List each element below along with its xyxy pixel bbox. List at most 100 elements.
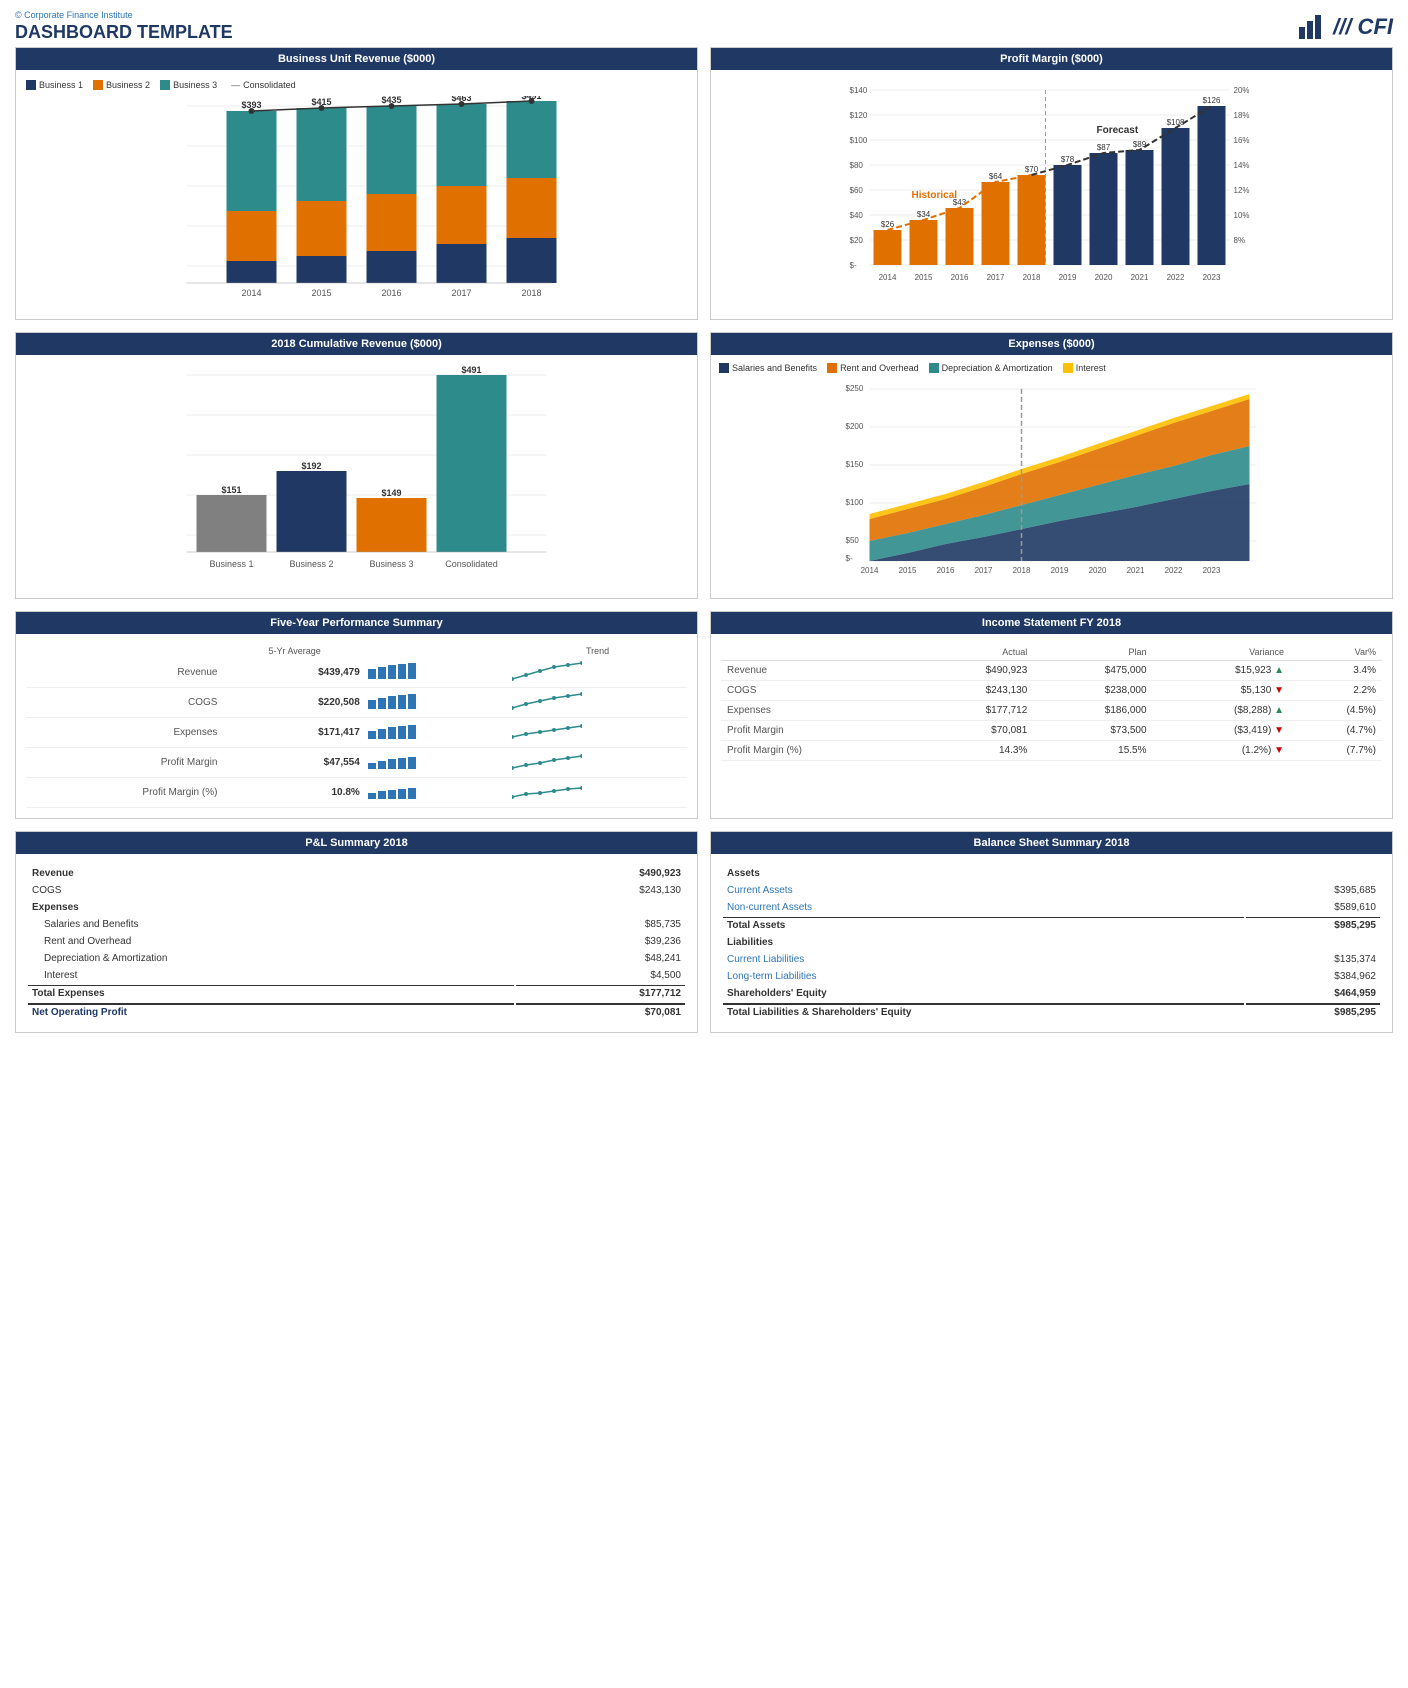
legend-rent-color <box>827 363 837 373</box>
bur-title: Business Unit Revenue ($000) <box>16 48 697 70</box>
svg-text:$-: $- <box>850 261 857 270</box>
exp-legend: Salaries and Benefits Rent and Overhead … <box>719 363 1384 373</box>
row-cogs-trend <box>508 688 687 718</box>
row-cogs-avg: $220,508 <box>225 688 363 718</box>
pl-cogs-label: COGS <box>28 883 514 898</box>
legend-rent-label: Rent and Overhead <box>840 363 919 373</box>
row-pmpct-minibars <box>364 778 508 808</box>
svg-text:$64: $64 <box>989 172 1003 181</box>
table-row: Expenses $171,417 <box>26 718 687 748</box>
legend-int: Interest <box>1063 363 1106 373</box>
svg-text:$491: $491 <box>461 365 481 375</box>
row-exp-trend <box>508 718 687 748</box>
row-pmpct-avg: 10.8% <box>225 778 363 808</box>
svg-text:2022: 2022 <box>1167 273 1185 282</box>
pl-rent-value: $39,236 <box>516 934 685 949</box>
table-row: Profit Margin (%) 10.8% <box>26 778 687 808</box>
profit-margin-chart: Profit Margin ($000) $140 $120 $100 $80 … <box>710 47 1393 320</box>
legend-b2-color <box>93 80 103 90</box>
cr-svg: $151 $192 $149 $491 Business 1 <box>26 365 687 585</box>
svg-text:$40: $40 <box>850 211 864 220</box>
is-revenue-var: $15,923 ▲ <box>1153 661 1290 681</box>
svg-text:2016: 2016 <box>381 288 401 298</box>
cumulative-revenue-chart: 2018 Cumulative Revenue ($000) $151 $192 <box>15 332 698 599</box>
table-row: Expenses <box>28 900 685 915</box>
up-arrow-icon: ▲ <box>1274 665 1284 676</box>
pl-revenue-label: Revenue <box>28 866 514 881</box>
row-cogs-label: COGS <box>26 688 225 718</box>
legend-dep: Depreciation & Amortization <box>929 363 1053 373</box>
svg-text:Forecast: Forecast <box>1097 125 1139 136</box>
pl-dep-label: Depreciation & Amortization <box>28 951 514 966</box>
pl-expenses-empty <box>516 900 685 915</box>
is-cogs-var: $5,130 ▼ <box>1153 681 1290 701</box>
is-col-actual: Actual <box>914 644 1033 661</box>
svg-text:2020: 2020 <box>1089 566 1107 574</box>
is-col-plan: Plan <box>1033 644 1152 661</box>
svg-text:2017: 2017 <box>987 273 1005 282</box>
is-col-variance: Variance <box>1153 644 1290 661</box>
bs-current-assets-label: Current Assets <box>723 883 1244 898</box>
legend-b2-label: Business 2 <box>106 80 150 90</box>
svg-text:$108: $108 <box>1167 118 1185 127</box>
svg-text:20%: 20% <box>1234 86 1250 95</box>
svg-text:2017: 2017 <box>975 566 993 574</box>
row-cogs-minibars <box>364 688 508 718</box>
table-row: Profit Margin $70,081 $73,500 ($3,419) ▼… <box>721 721 1382 741</box>
svg-text:14%: 14% <box>1234 161 1250 170</box>
svg-text:$100: $100 <box>846 498 864 507</box>
svg-text:$120: $120 <box>850 111 868 120</box>
is-pm-var: ($3,419) ▼ <box>1153 721 1290 741</box>
bs-total-assets-value: $985,295 <box>1246 917 1380 933</box>
pl-sal-value: $85,735 <box>516 917 685 932</box>
up-arrow-icon: ▲ <box>1274 705 1284 716</box>
bs-total-assets-label: Total Assets <box>723 917 1244 933</box>
bs-current-liab-label: Current Liabilities <box>723 952 1244 967</box>
table-row: Salaries and Benefits $85,735 <box>28 917 685 932</box>
legend-consolidated: — Consolidated <box>227 80 296 90</box>
bs-table: Assets Current Assets $395,685 Non-curre… <box>721 864 1382 1022</box>
svg-text:$50: $50 <box>846 536 860 545</box>
pl-interest-value: $4,500 <box>516 968 685 983</box>
table-row: Rent and Overhead $39,236 <box>28 934 685 949</box>
svg-text:$200: $200 <box>846 422 864 431</box>
svg-text:2015: 2015 <box>915 273 933 282</box>
legend-b3-label: Business 3 <box>173 80 217 90</box>
col-label-empty <box>26 644 225 658</box>
svg-text:12%: 12% <box>1234 186 1250 195</box>
svg-text:2016: 2016 <box>937 566 955 574</box>
perf-table: 5-Yr Average Trend Revenue $439,479 <box>26 644 687 808</box>
pm-svg: $140 $120 $100 $80 $60 $40 $20 $- 20% 18… <box>719 78 1384 298</box>
pl-total-exp-label: Total Expenses <box>28 985 514 1001</box>
svg-text:2014: 2014 <box>241 288 261 298</box>
exp-svg: $250 $200 $150 $100 $50 $- <box>719 379 1384 574</box>
bs-assets-empty <box>1246 866 1380 881</box>
row-pm-trend <box>508 748 687 778</box>
svg-text:$100: $100 <box>850 136 868 145</box>
bs-assets-label: Assets <box>723 866 1244 881</box>
pl-sal-label: Salaries and Benefits <box>28 917 514 932</box>
col-trend: Trend <box>508 644 687 658</box>
table-row: Revenue $490,923 <box>28 866 685 881</box>
pl-revenue-value: $490,923 <box>516 866 685 881</box>
pl-title: P&L Summary 2018 <box>16 832 697 854</box>
legend-dep-label: Depreciation & Amortization <box>942 363 1053 373</box>
svg-text:2023: 2023 <box>1203 273 1221 282</box>
table-row: Interest $4,500 <box>28 968 685 983</box>
bs-liab-empty <box>1246 935 1380 950</box>
table-row: Net Operating Profit $70,081 <box>28 1003 685 1020</box>
pl-total-exp-value: $177,712 <box>516 985 685 1001</box>
legend-cons-dash: — <box>227 80 240 90</box>
table-row: COGS $220,508 <box>26 688 687 718</box>
svg-text:$192: $192 <box>301 461 321 471</box>
svg-text:18%: 18% <box>1234 111 1250 120</box>
is-pm-varpct: (4.7%) <box>1290 721 1382 741</box>
svg-text:2015: 2015 <box>311 288 331 298</box>
table-row: Total Assets $985,295 <box>723 917 1380 933</box>
svg-text:2022: 2022 <box>1165 566 1183 574</box>
pl-cogs-value: $243,130 <box>516 883 685 898</box>
legend-sal: Salaries and Benefits <box>719 363 817 373</box>
legend-rent: Rent and Overhead <box>827 363 919 373</box>
row-exp-minibars <box>364 718 508 748</box>
legend-sal-label: Salaries and Benefits <box>732 363 817 373</box>
